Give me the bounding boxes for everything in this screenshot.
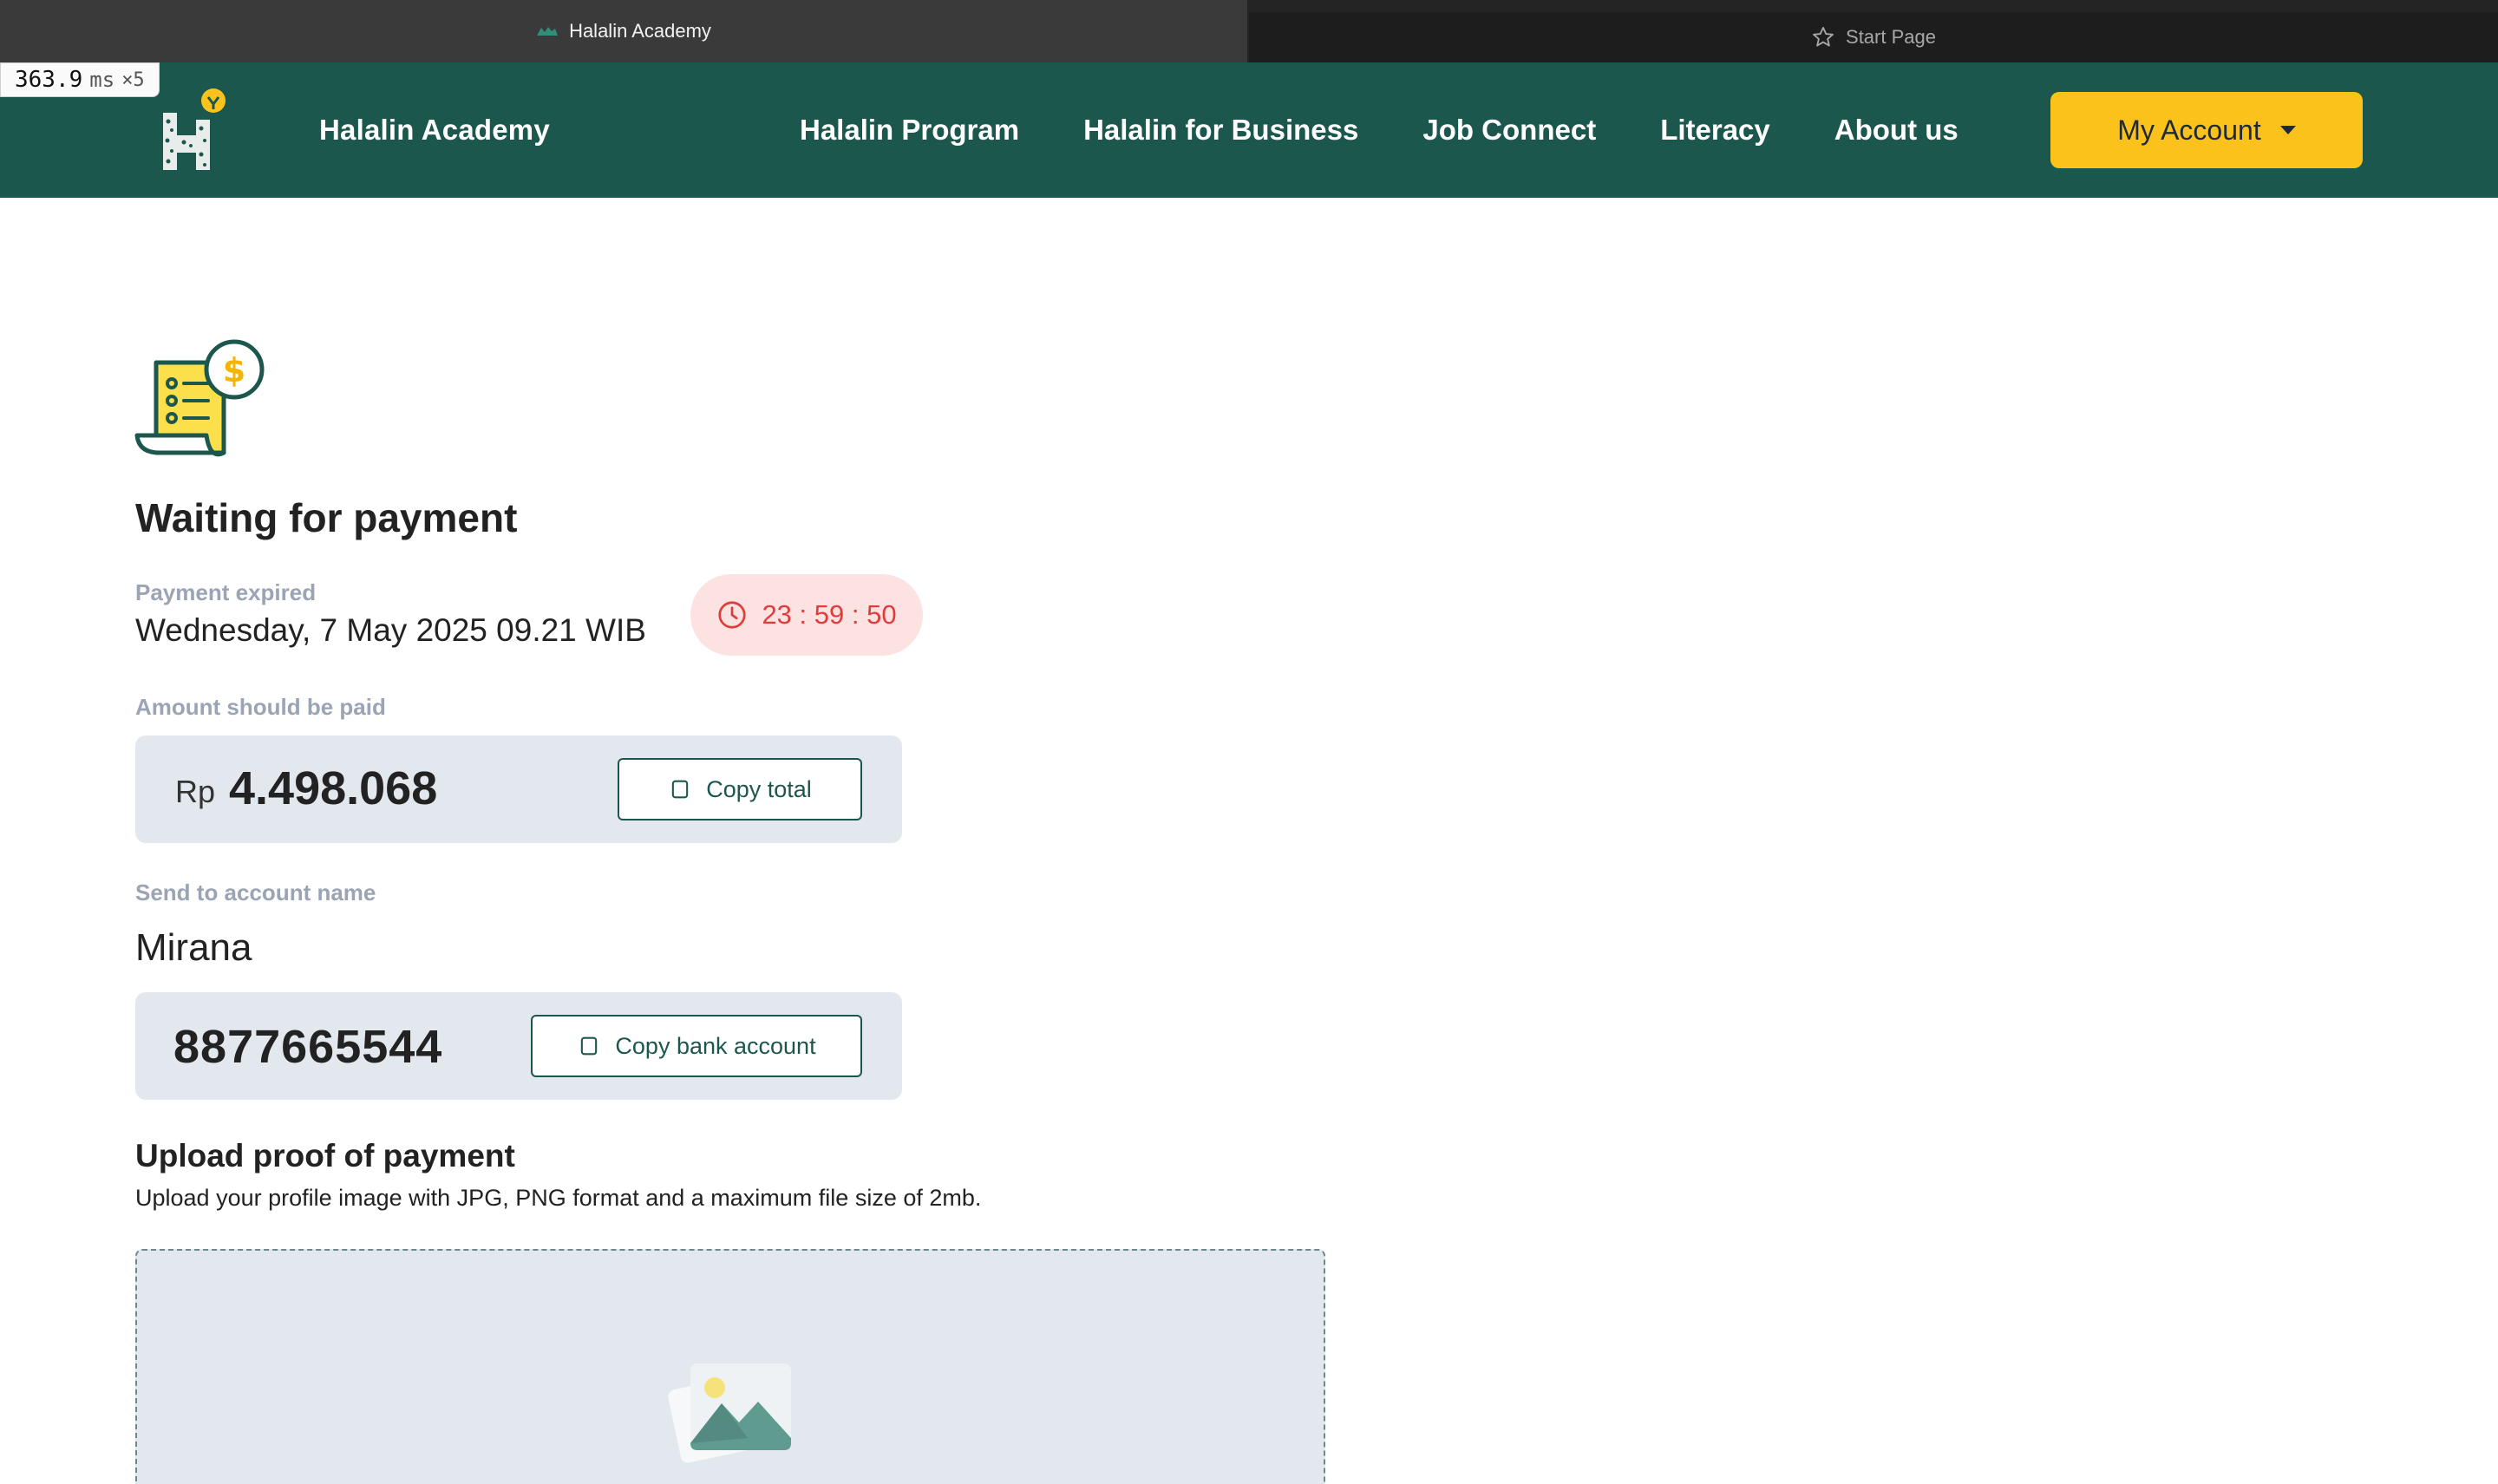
- bank-account-panel: 8877665544 Copy bank account: [135, 992, 902, 1100]
- copy-bank-account-label: Copy bank account: [615, 1032, 816, 1059]
- star-icon: [1813, 26, 1834, 47]
- amount-value: 4.498.068: [229, 762, 438, 814]
- my-account-button[interactable]: My Account: [2050, 92, 2363, 168]
- upload-description: Upload your profile image with JPG, PNG …: [135, 1185, 982, 1211]
- copy-bank-account-button[interactable]: Copy bank account: [531, 1015, 862, 1077]
- site-header: Halalin Academy Halalin Program Halalin …: [0, 62, 2498, 198]
- perf-unit: ms: [89, 68, 115, 92]
- tab-label: Start Page: [1846, 26, 1936, 48]
- amount-label: Amount should be paid: [135, 694, 386, 720]
- tab-label: Halalin Academy: [569, 20, 711, 42]
- amount-panel: Rp 4.498.068 Copy total: [135, 735, 902, 843]
- copy-icon: [581, 1036, 598, 1056]
- favicon-icon: [537, 27, 559, 36]
- image-placeholder-icon: [668, 1363, 791, 1463]
- copy-total-label: Copy total: [706, 775, 812, 802]
- page-title: Waiting for payment: [135, 495, 518, 540]
- copy-icon: [671, 780, 689, 799]
- my-account-label: My Account: [2117, 114, 2261, 146]
- caret-down-icon: [2279, 126, 2296, 134]
- nav-about-us[interactable]: About us: [1834, 114, 1959, 147]
- brand-name[interactable]: Halalin Academy: [319, 62, 550, 198]
- clock-icon: [718, 601, 747, 629]
- perf-multiplier: ×5: [121, 69, 145, 91]
- svg-text:$: $: [223, 351, 245, 389]
- send-to-label: Send to account name: [135, 879, 376, 905]
- browser-tab-bar: Halalin Academy Start Page: [0, 0, 2498, 62]
- bank-account-number: 8877665544: [173, 1021, 443, 1073]
- countdown-value: 23 : 59 : 50: [762, 599, 897, 630]
- halalin-logo[interactable]: [154, 87, 232, 173]
- nav-literacy[interactable]: Literacy: [1660, 114, 1770, 147]
- currency-label: Rp: [175, 774, 216, 809]
- account-name: Mirana: [135, 926, 252, 969]
- upload-dropzone[interactable]: [135, 1249, 1325, 1484]
- payment-expired-label: Payment expired: [135, 579, 317, 605]
- payment-expiry-date: Wednesday, 7 May 2025 09.21 WIB: [135, 612, 646, 648]
- main-menu: Halalin Program Halalin for Business Job…: [800, 62, 1959, 198]
- bill-icon: $: [134, 339, 265, 457]
- perf-badge: 363.9 ms ×5: [0, 62, 160, 97]
- nav-halalin-for-business[interactable]: Halalin for Business: [1083, 114, 1358, 147]
- nav-job-connect[interactable]: Job Connect: [1422, 114, 1596, 147]
- perf-value: 363.9: [15, 67, 83, 93]
- upload-title: Upload proof of payment: [135, 1138, 515, 1173]
- tab-start-page[interactable]: Start Page: [1249, 12, 2498, 62]
- countdown-timer: 23 : 59 : 50: [690, 574, 923, 656]
- copy-total-button[interactable]: Copy total: [618, 758, 862, 820]
- nav-halalin-program[interactable]: Halalin Program: [800, 114, 1019, 147]
- tab-halalin-academy[interactable]: Halalin Academy: [0, 0, 1247, 62]
